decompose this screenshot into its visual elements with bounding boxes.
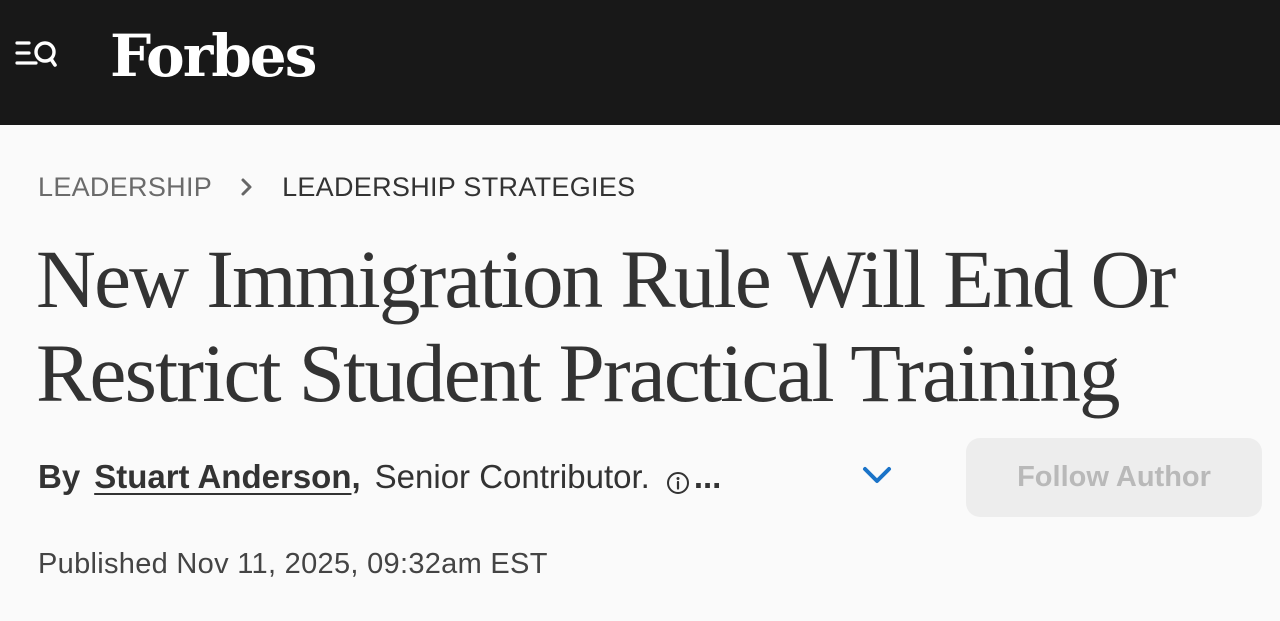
author-link[interactable]: Stuart Anderson xyxy=(94,458,351,496)
breadcrumb-item-leadership-strategies[interactable]: LEADERSHIP STRATEGIES xyxy=(282,172,635,203)
byline-ellipsis: ... xyxy=(693,458,722,495)
breadcrumb: LEADERSHIP LEADERSHIP STRATEGIES xyxy=(38,170,635,204)
follow-author-button[interactable]: Follow Author xyxy=(966,438,1262,517)
byline: By Stuart Anderson , Senior Contributor.… xyxy=(38,454,721,500)
byline-comma: , xyxy=(351,458,361,495)
by-label: By xyxy=(38,458,81,495)
info-icon[interactable] xyxy=(666,465,690,494)
published-date: Published Nov 11, 2025, 09:32am EST xyxy=(38,548,548,580)
menu-search-icon[interactable] xyxy=(14,36,60,76)
site-header: Forbes xyxy=(0,0,1280,125)
breadcrumb-item-leadership[interactable]: LEADERSHIP xyxy=(38,172,212,203)
author-role: Senior Contributor. xyxy=(374,458,650,495)
forbes-logo[interactable]: Forbes xyxy=(110,18,317,94)
chevron-right-icon xyxy=(232,172,262,202)
article-title: New Immigration Rule Will End Or Restric… xyxy=(36,233,1176,419)
chevron-down-icon[interactable] xyxy=(856,458,898,494)
